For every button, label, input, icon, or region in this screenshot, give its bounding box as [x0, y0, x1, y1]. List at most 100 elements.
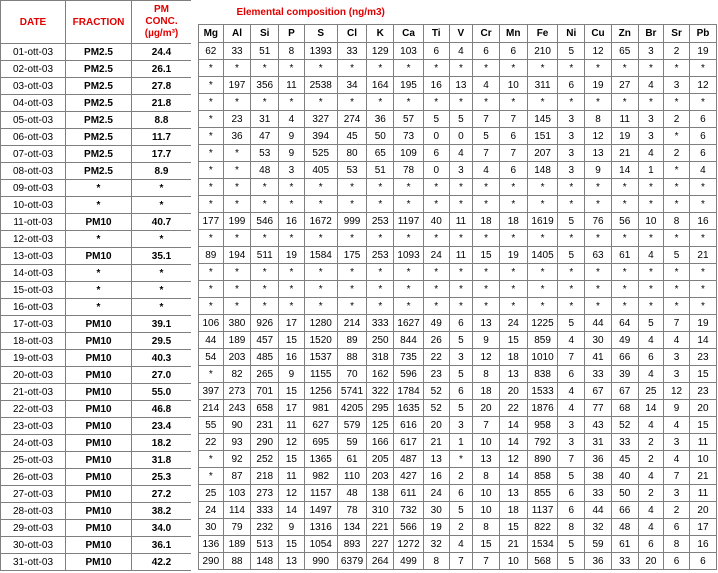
element-value: 893	[336, 535, 368, 553]
element-value: 18	[498, 348, 528, 366]
element-value: *	[688, 280, 718, 298]
element-value: 78	[336, 501, 368, 519]
element-value: 189	[222, 535, 252, 553]
element-value: 5	[557, 467, 586, 485]
element-header: Ca	[393, 24, 424, 43]
element-value: 10	[498, 76, 528, 94]
element-value: *	[222, 144, 252, 162]
element-value: 5	[557, 42, 586, 60]
element-value: 50	[610, 484, 639, 502]
element-value: 3	[557, 161, 586, 179]
pm-concentration: 38.2	[131, 502, 192, 520]
element-value: *	[366, 59, 395, 77]
sample-row: 19-ott-03 PM10 40.3	[0, 349, 192, 367]
element-value: 499	[393, 552, 424, 570]
element-value: 11	[688, 484, 718, 502]
element-value: *	[526, 59, 559, 77]
element-value: 427	[393, 467, 424, 485]
element-value: 12	[498, 450, 528, 468]
element-value: 20	[688, 501, 718, 519]
pm-concentration: 18.2	[131, 434, 192, 452]
element-value: 5	[448, 399, 474, 417]
element-value: *	[336, 178, 368, 196]
element-value: *	[393, 59, 424, 77]
element-value: 6	[422, 42, 450, 60]
element-value: 525	[303, 144, 338, 162]
element-value: *	[278, 297, 305, 315]
element-value: 15	[498, 518, 528, 536]
element-value: 6379	[336, 552, 368, 570]
element-value: 33	[584, 484, 612, 502]
element-value: 1584	[303, 246, 338, 264]
element-value: *	[688, 195, 718, 213]
element-header: Br	[637, 24, 665, 43]
element-value: 1197	[393, 212, 424, 230]
element-value: *	[198, 195, 224, 213]
sample-date: 30-ott-03	[0, 536, 66, 554]
element-value: *	[366, 263, 395, 281]
element-value: *	[250, 59, 280, 77]
element-value: 63	[584, 246, 612, 264]
element-value: 14	[498, 467, 528, 485]
element-value: 4	[448, 144, 474, 162]
element-value: *	[498, 178, 528, 196]
element-value: 138	[366, 484, 395, 502]
element-value: *	[472, 229, 500, 247]
element-value: 18	[498, 212, 528, 230]
element-value: 203	[222, 348, 252, 366]
element-value: 838	[526, 365, 559, 383]
element-value: 982	[303, 467, 338, 485]
element-value: *	[472, 263, 500, 281]
element-value: 295	[366, 399, 395, 417]
table-row: * * 53 9 525 80 65 109 6 4 7 7 207 3 13 21 4 2 6	[198, 144, 718, 162]
element-value: *	[336, 59, 368, 77]
sample-fraction: PM10	[65, 383, 132, 401]
element-value: 2	[448, 467, 474, 485]
element-value: 12	[663, 382, 690, 400]
element-header: Fe	[526, 24, 559, 43]
element-value: *	[222, 178, 252, 196]
element-value: 1280	[303, 314, 338, 332]
element-value: 22	[498, 399, 528, 417]
element-value: 7	[557, 450, 586, 468]
sample-date: 14-ott-03	[0, 264, 66, 282]
element-value: 33	[222, 42, 252, 60]
element-value: 1537	[303, 348, 338, 366]
sample-date: 09-ott-03	[0, 179, 66, 197]
element-value: 189	[222, 331, 252, 349]
sample-row: 03-ott-03 PM2.5 27.8	[0, 77, 192, 95]
table-row: 136 189 513 15 1054 893 227 1272 32 4 15 21 1534 5 59 6…	[198, 535, 718, 553]
element-value: 103	[222, 484, 252, 502]
element-value: 15	[278, 535, 305, 553]
element-value: 15	[498, 331, 528, 349]
element-value: *	[610, 195, 639, 213]
element-value: 52	[422, 399, 450, 417]
date-header: DATE	[0, 0, 66, 44]
element-value: 6	[557, 365, 586, 383]
element-value: *	[584, 178, 612, 196]
element-value: 87	[222, 467, 252, 485]
element-value: 735	[393, 348, 424, 366]
sample-date: 22-ott-03	[0, 400, 66, 418]
element-value: 4	[637, 416, 665, 434]
element-value: 16	[422, 467, 450, 485]
element-value: 1672	[303, 212, 338, 230]
element-value: 18	[498, 501, 528, 519]
element-value: 12	[472, 348, 500, 366]
sample-date: 20-ott-03	[0, 366, 66, 384]
element-value: *	[688, 59, 718, 77]
element-value: 6	[663, 552, 690, 570]
element-value: 9	[278, 518, 305, 536]
element-value: 13	[278, 552, 305, 570]
pm-concentration: 11.7	[131, 128, 192, 146]
element-value: 48	[250, 161, 280, 179]
element-value: *	[303, 263, 338, 281]
element-value: 19	[278, 246, 305, 264]
element-value: 333	[366, 314, 395, 332]
pm-concentration: *	[131, 298, 192, 316]
element-value: *	[663, 161, 690, 179]
element-value: 21	[610, 144, 639, 162]
element-header: Pb	[688, 24, 718, 43]
element-value: *	[278, 93, 305, 111]
pm-concentration: *	[131, 179, 192, 197]
